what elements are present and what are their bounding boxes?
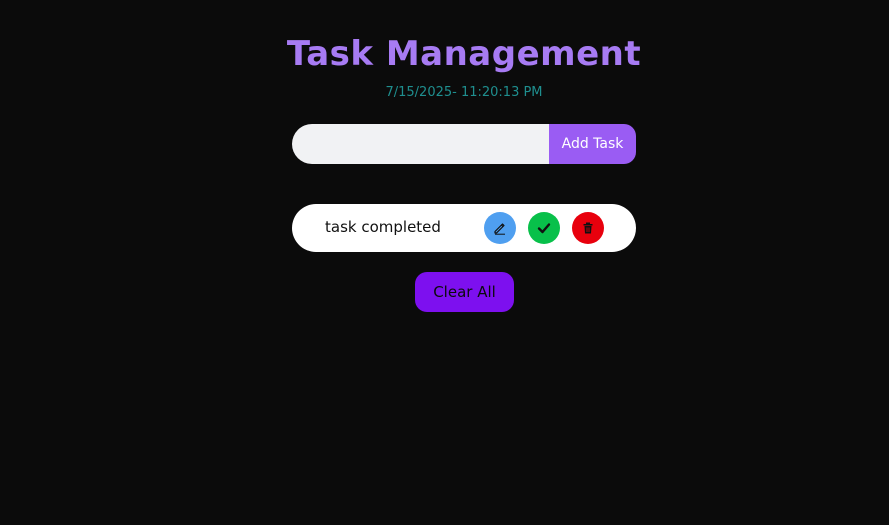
checkmark-icon [537, 223, 551, 234]
complete-task-button[interactable] [528, 212, 560, 244]
task-list-item: task completed [292, 204, 636, 252]
page-title: Task Management [286, 34, 642, 74]
pencil-icon [494, 223, 505, 235]
delete-task-button[interactable] [572, 212, 604, 244]
trash-icon [583, 222, 593, 234]
add-task-form: Add Task [292, 124, 636, 164]
add-task-button[interactable]: Add Task [549, 124, 636, 164]
clear-all-button[interactable]: Clear All [415, 272, 514, 312]
current-datetime: 7/15/2025- 11:20:13 PM [385, 85, 543, 100]
task-input[interactable] [292, 124, 549, 164]
edit-task-button[interactable] [484, 212, 516, 244]
task-text: task completed [325, 218, 441, 236]
task-app: Task Management 7/15/2025- 11:20:13 PM A… [0, 0, 889, 525]
